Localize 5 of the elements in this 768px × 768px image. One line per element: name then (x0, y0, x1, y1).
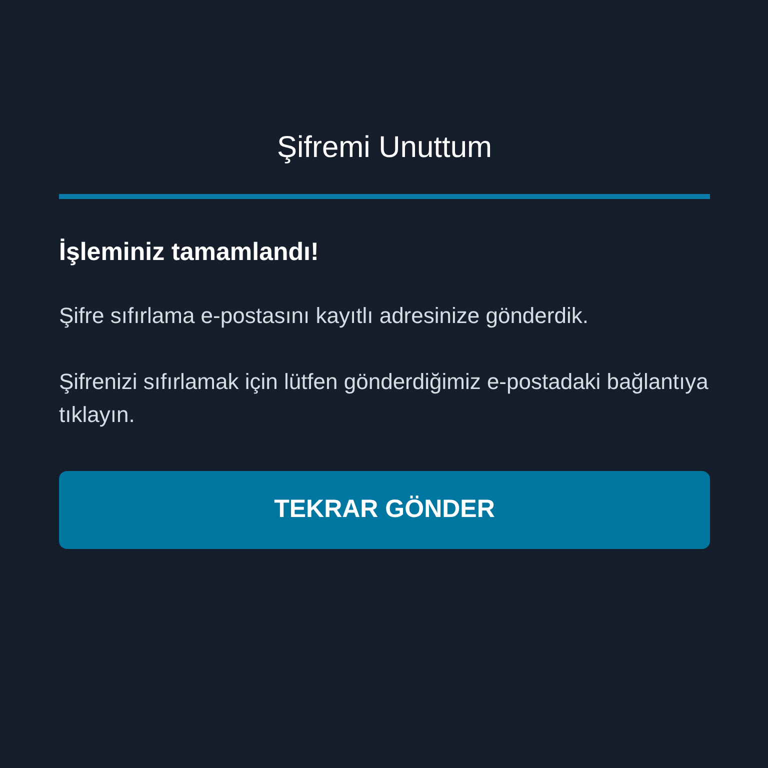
message-text: Şifre sıfırlama e-postasını kayıtlı adresinize gönderdik. (59, 302, 590, 330)
message-text: Şifrenizi sıfırlamak için lütfen gönderdiğimiz e-postadaki bağlantıya tıklayın. (59, 368, 710, 429)
success-heading: İşleminiz tamamlandı! (59, 237, 320, 267)
page-title: Şifremi Unuttum (276, 130, 494, 166)
resend-button[interactable]: TEKRAR GÖNDER (59, 471, 710, 549)
